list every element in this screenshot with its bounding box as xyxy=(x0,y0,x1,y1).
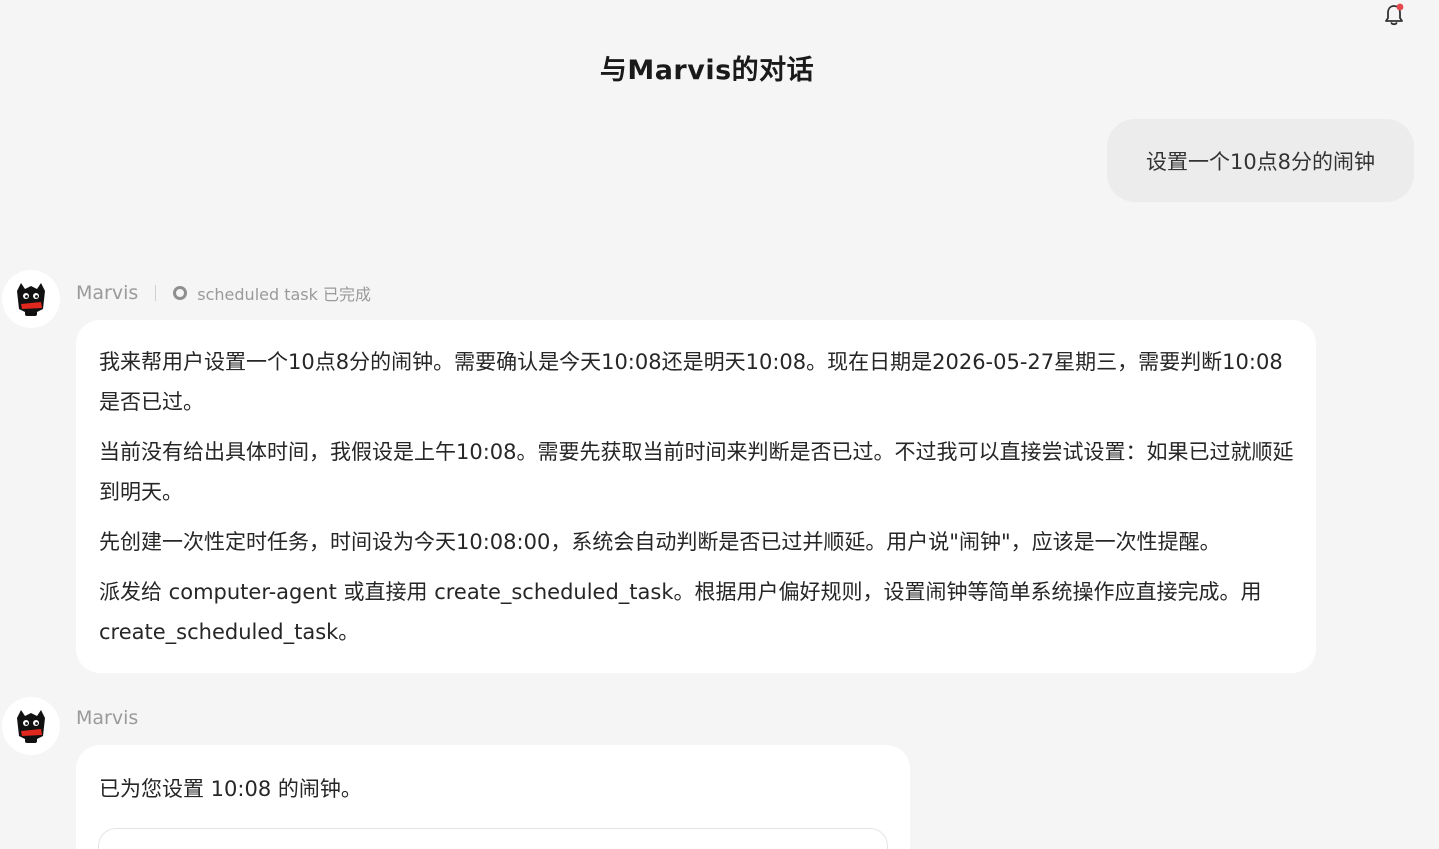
marvis-avatar xyxy=(2,270,60,328)
message-paragraph: 当前没有给出具体时间，我假设是上午10:08。需要先获取当前时间来判断是否已过。… xyxy=(99,440,1294,504)
marvis-avatar-icon xyxy=(17,710,45,743)
sender-name: Marvis xyxy=(76,282,139,304)
user-message-text: 设置一个10点8分的闹钟 xyxy=(1145,149,1376,174)
user-message-bubble: 设置一个10点8分的闹钟 xyxy=(1107,119,1414,202)
message-meta: Marvis xyxy=(76,707,138,729)
page-title: 与Marvis的对话 xyxy=(599,55,815,86)
gear-icon xyxy=(173,286,188,300)
bell-icon xyxy=(1385,3,1404,26)
message-paragraph: 派发给 computer-agent 或直接用 create_scheduled… xyxy=(99,580,1262,644)
message-text: 已为您设置 10:08 的闹钟。 xyxy=(99,777,362,801)
message-meta: Marvis scheduled task 已完成 xyxy=(76,281,371,305)
notification-dot xyxy=(1396,3,1404,11)
assistant-message-bubble: 已为您设置 10:08 的闹钟。 xyxy=(76,745,910,849)
meta-divider xyxy=(155,285,157,301)
notification-bell-icon[interactable] xyxy=(1381,2,1407,28)
task-status[interactable]: scheduled task 已完成 xyxy=(172,281,371,305)
message-paragraph: 我来帮用户设置一个10点8分的闹钟。需要确认是今天10:08还是明天10:08。… xyxy=(99,350,1283,414)
sender-name: Marvis xyxy=(76,707,139,729)
task-card[interactable] xyxy=(98,828,888,849)
marvis-avatar xyxy=(2,697,60,755)
task-status-label: scheduled task 已完成 xyxy=(197,285,371,304)
message-paragraph: 先创建一次性定时任务，时间设为今天10:08:00，系统会自动判断是否已过并顺延… xyxy=(99,530,1221,554)
chat-page: 与Marvis的对话 设置一个10点8分的闹钟 Marvis scheduled… xyxy=(0,0,1439,849)
assistant-message-bubble: 我来帮用户设置一个10点8分的闹钟。需要确认是今天10:08还是明天10:08。… xyxy=(76,320,1316,673)
marvis-avatar-icon xyxy=(17,283,45,316)
